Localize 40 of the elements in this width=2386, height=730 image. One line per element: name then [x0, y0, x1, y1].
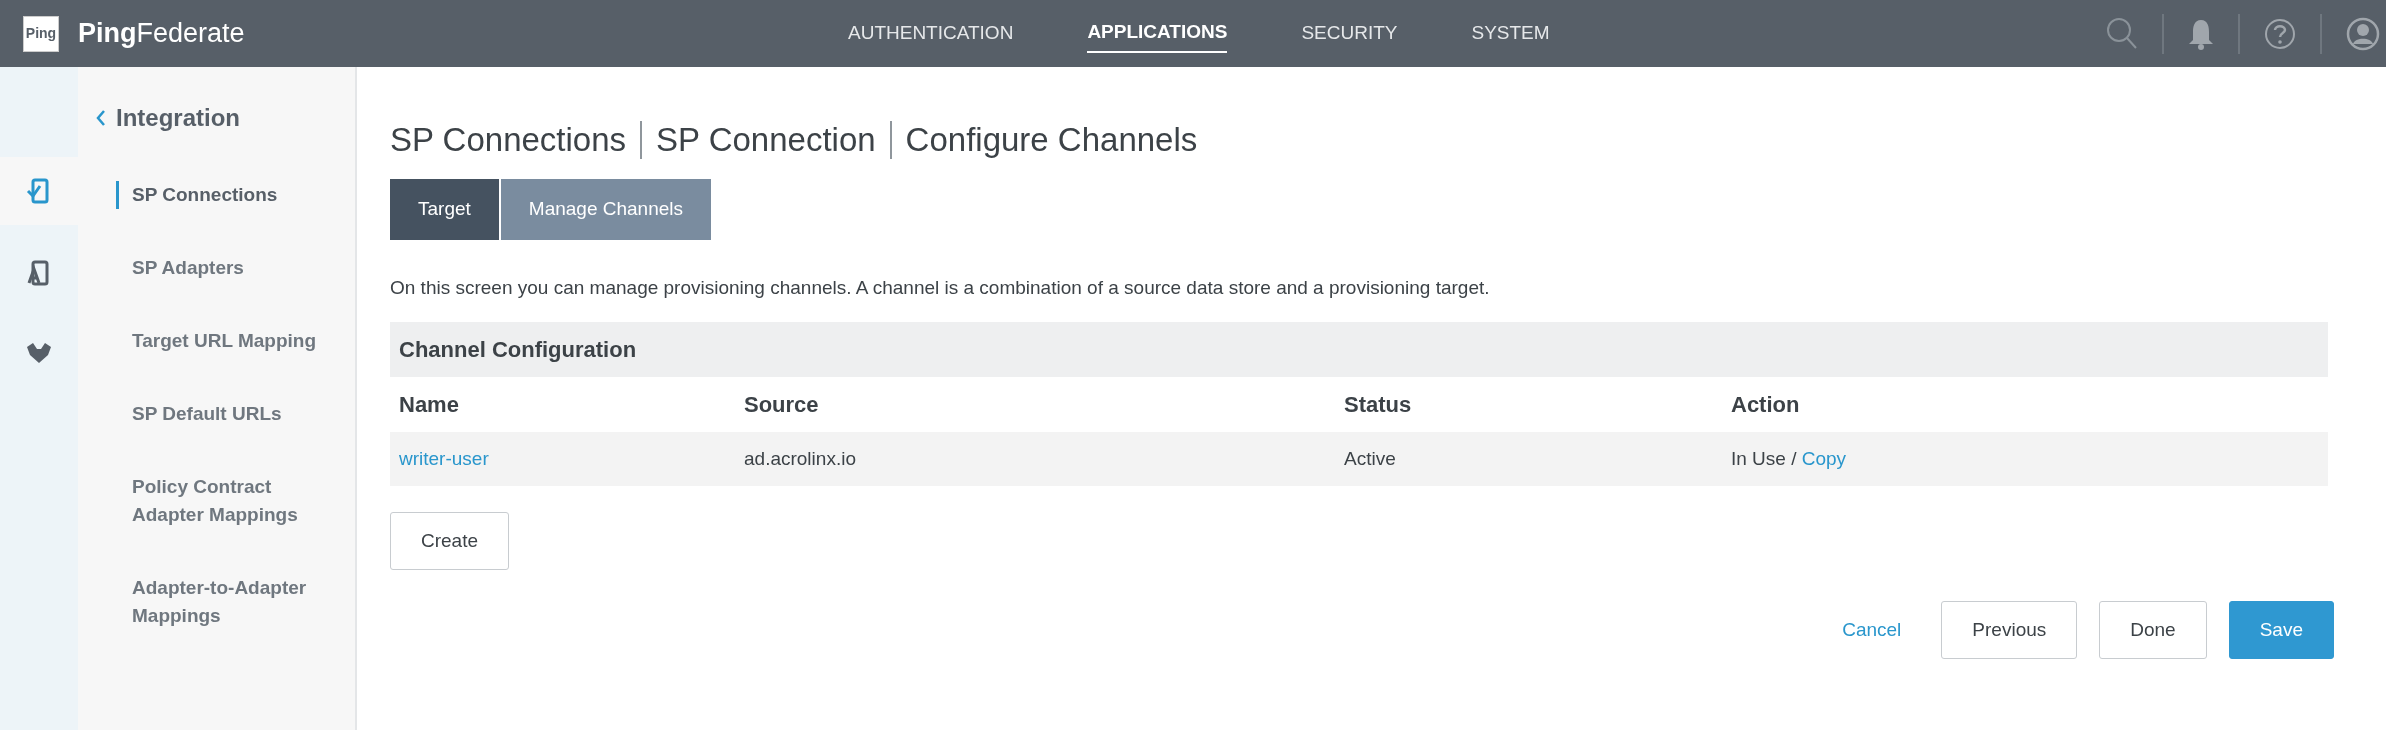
column-header: Source — [735, 377, 1335, 432]
table-cell: ad.acrolinx.io — [735, 432, 1335, 486]
nav-link[interactable]: SECURITY — [1301, 0, 1398, 67]
breadcrumb-item: Configure Channels — [905, 120, 1198, 160]
description-text: On this screen you can manage provisioning channels. A channel is a combination of a source data store and a provisioning target. — [390, 275, 1491, 300]
action-text: In Use / — [1731, 447, 1797, 469]
column-header: Name — [390, 377, 735, 432]
sidebar-title: Integration — [116, 103, 240, 133]
wizard-tab[interactable]: Manage Channels — [500, 178, 712, 240]
logo-badge: Ping — [23, 15, 59, 52]
copy-link[interactable]: Copy — [1801, 447, 1847, 469]
channel-link[interactable]: writer-user — [399, 447, 489, 469]
secondary-button[interactable]: Previous — [1941, 601, 2078, 659]
sidebar-item[interactable]: SP Adapters — [116, 254, 244, 282]
search-icon[interactable] — [2106, 16, 2138, 51]
sidebar-item[interactable]: Target URL Mapping — [116, 327, 317, 355]
bell-icon[interactable] — [2188, 17, 2214, 50]
nav-link[interactable]: AUTHENTICATION — [848, 0, 1014, 67]
sidebar-item[interactable]: Policy Contract Adapter Mappings — [116, 473, 336, 529]
sidebar-item[interactable]: SP Connections — [116, 181, 278, 209]
product-name: PingFederate — [78, 17, 245, 51]
create-button[interactable]: Create — [390, 512, 510, 570]
back-chevron-icon[interactable] — [95, 109, 106, 127]
primary-button[interactable]: Save — [2228, 601, 2334, 659]
cancel-link[interactable]: Cancel — [1836, 614, 1908, 646]
breadcrumb-item[interactable]: SP Connection — [656, 115, 876, 165]
table-title: Channel Configuration — [390, 322, 2328, 377]
checked-device-icon[interactable] — [0, 157, 78, 225]
secondary-button[interactable]: Done — [2099, 601, 2207, 659]
user-avatar-icon[interactable] — [2346, 16, 2380, 51]
column-header: Action — [1722, 377, 2328, 432]
breadcrumb-item[interactable]: SP Connections — [390, 115, 627, 165]
help-icon[interactable] — [2264, 17, 2296, 50]
column-header: Status — [1335, 377, 1722, 432]
nav-link[interactable]: APPLICATIONS — [1087, 0, 1228, 67]
wizard-tab[interactable]: Target — [390, 178, 499, 240]
nav-link[interactable]: SYSTEM — [1471, 0, 1550, 67]
sidebar-item[interactable]: Adapter-to-Adapter Mappings — [116, 574, 336, 630]
sidebar-item[interactable]: SP Default URLs — [116, 400, 282, 428]
table-cell: Active — [1335, 432, 1722, 486]
